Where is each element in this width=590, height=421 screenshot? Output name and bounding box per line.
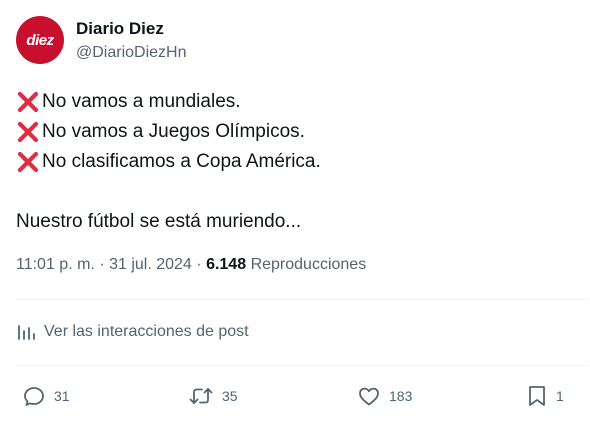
like-count: 183: [389, 388, 413, 404]
views-count: 6.148: [206, 256, 247, 273]
view-interactions-label: Ver las interacciones de post: [44, 323, 249, 340]
meta-separator: ·: [196, 256, 202, 273]
tweet-line: No clasificamos a Copa América.: [16, 147, 576, 177]
like-button[interactable]: 183: [357, 382, 412, 410]
meta-separator: ·: [99, 256, 105, 273]
cross-mark-icon: [17, 91, 39, 113]
repost-icon: [189, 388, 213, 404]
analytics-icon: [18, 325, 35, 340]
author-handle[interactable]: @DiarioDiezHn: [76, 44, 187, 62]
view-interactions-link[interactable]: Ver las interacciones de post: [16, 320, 249, 344]
tweet-line-text: No vamos a Juegos Olímpicos.: [42, 121, 305, 142]
tweet-closing-line: Nuestro fútbol se está muriendo...: [16, 211, 302, 232]
tweet-time[interactable]: 11:01 p. m.: [16, 256, 95, 273]
repost-button[interactable]: 35: [188, 382, 238, 410]
divider: [16, 365, 589, 366]
tweet-line-text: No vamos a mundiales.: [42, 91, 241, 112]
bookmark-count: 1: [556, 388, 564, 404]
repost-count: 35: [222, 388, 238, 404]
tweet-date[interactable]: 31 jul. 2024: [109, 256, 192, 273]
divider: [16, 299, 589, 300]
tweet-line: No vamos a mundiales.: [16, 87, 576, 117]
cross-mark-icon: [17, 121, 39, 143]
tweet-body: No vamos a mundiales. No vamos a Juegos …: [16, 87, 576, 237]
reply-icon: [24, 387, 44, 406]
views-label: Reproducciones: [250, 256, 367, 273]
bookmark-icon: [529, 386, 545, 406]
avatar[interactable]: diez: [16, 16, 64, 64]
heart-icon: [359, 387, 379, 406]
cross-mark-icon: [17, 151, 39, 173]
author-display-name[interactable]: Diario Diez: [76, 19, 164, 39]
diez-logo: diez: [26, 32, 54, 49]
tweet-line-text: No clasificamos a Copa América.: [42, 151, 321, 172]
tweet-meta: 11:01 p. m. · 31 jul. 2024 · 6.148 Repro…: [16, 256, 366, 274]
bookmark-button[interactable]: 1: [526, 382, 564, 410]
reply-button[interactable]: 31: [22, 382, 70, 410]
tweet-line: No vamos a Juegos Olímpicos.: [16, 117, 576, 147]
reply-count: 31: [54, 388, 70, 404]
